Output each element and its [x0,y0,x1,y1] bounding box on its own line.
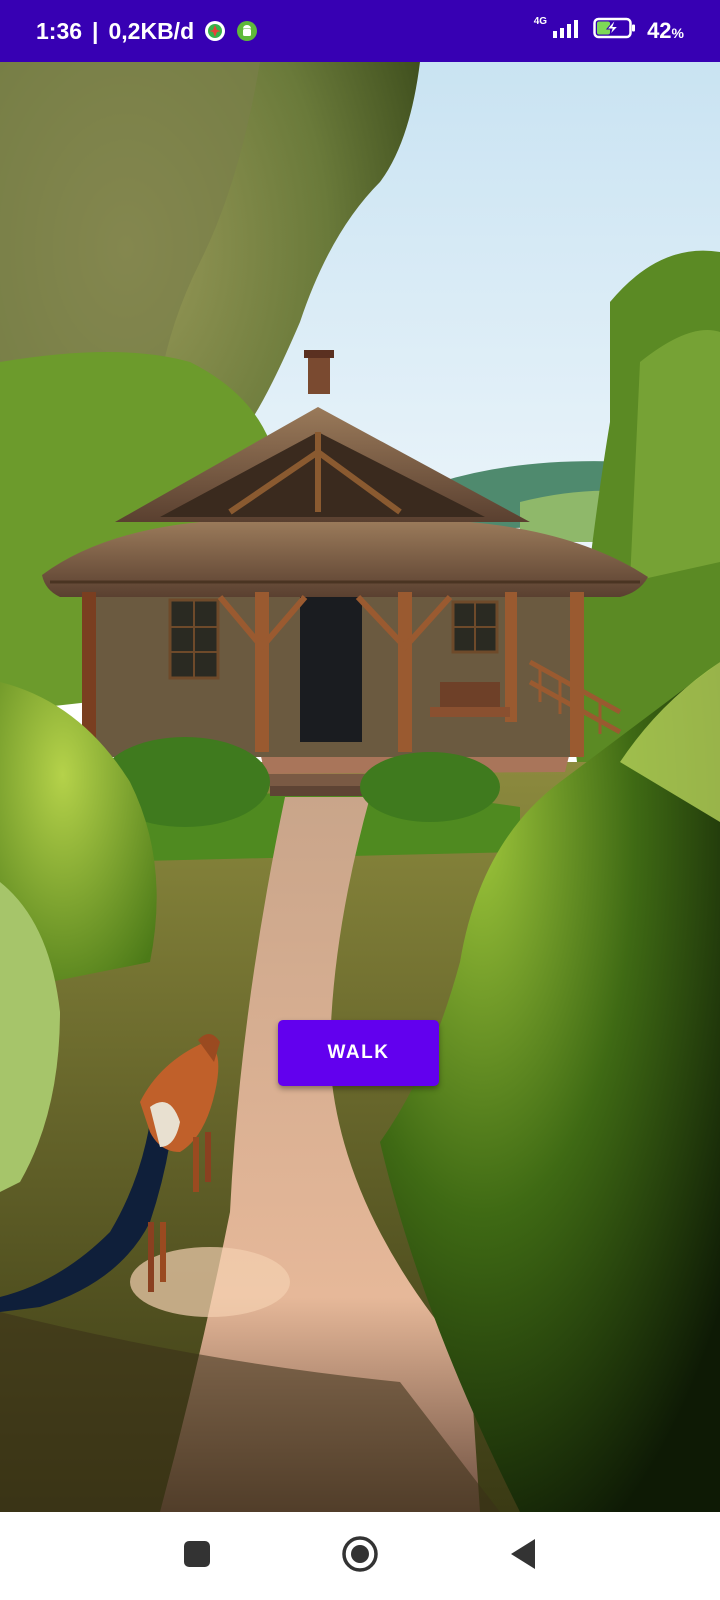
cottage-scene-image [0,62,720,1512]
separator: | [92,17,99,44]
android-notification-icon [236,20,258,42]
home-button[interactable] [320,1512,400,1600]
data-rate: 0,2KB/d [108,17,195,44]
app-notification-icon [204,20,226,42]
battery-percent-unit: % [671,25,684,41]
recents-button[interactable] [157,1512,237,1600]
home-icon [341,1535,379,1578]
back-icon [509,1538,537,1575]
battery-percent: 42% [647,18,684,44]
signal-icon [553,17,583,45]
recents-icon [183,1540,211,1573]
background-illustration [0,62,720,1512]
battery-charging-icon [593,16,637,46]
clock: 1:36 [36,17,83,44]
walk-button[interactable]: WALK [278,1020,439,1086]
status-bar: 1:36 | 0,2KB/d 4G 42% [0,0,720,62]
navigation-bar [0,1512,720,1600]
status-left: 1:36 | 0,2KB/d [36,0,258,62]
back-button[interactable] [483,1512,563,1600]
battery-percent-value: 42 [647,18,672,43]
network-type: 4G [533,15,548,27]
status-right: 4G 42% [534,0,684,62]
